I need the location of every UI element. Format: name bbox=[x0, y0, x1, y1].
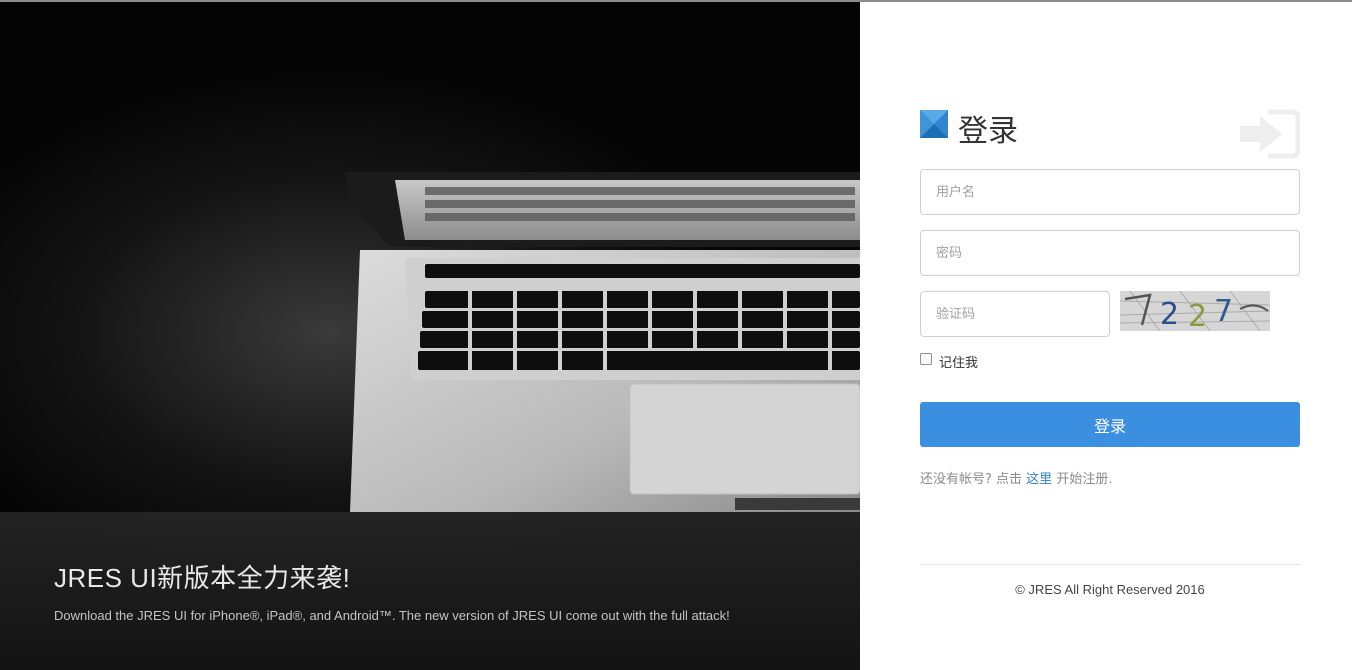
hero-caption: JRES UI新版本全力来袭! Download the JRES UI for… bbox=[0, 512, 860, 670]
hero-title: JRES UI新版本全力来袭! bbox=[54, 563, 351, 593]
captcha-image[interactable]: 2 2 7 bbox=[1120, 291, 1270, 331]
footer-divider bbox=[920, 564, 1300, 565]
captcha-digit: 2 bbox=[1160, 297, 1179, 331]
captcha-graphic: 2 2 7 bbox=[1120, 291, 1270, 331]
hero-panel: JRES UI新版本全力来袭! Download the JRES UI for… bbox=[0, 2, 860, 670]
remember-me[interactable]: 记住我 bbox=[920, 351, 978, 371]
register-link[interactable]: 这里 bbox=[1026, 472, 1052, 487]
login-panel: 登录 2 2 bbox=[860, 2, 1352, 670]
register-hint: 还没有帐号? 点击 这里 开始注册. bbox=[920, 468, 1112, 487]
login-button[interactable]: 登录 bbox=[920, 402, 1300, 447]
remember-checkbox[interactable] bbox=[920, 353, 932, 365]
register-suffix: 开始注册. bbox=[1052, 472, 1113, 487]
login-header: 登录 bbox=[920, 106, 1300, 162]
login-title: 登录 bbox=[958, 114, 1018, 149]
password-input[interactable] bbox=[920, 230, 1300, 276]
copyright: © JRES All Right Reserved 2016 bbox=[1015, 582, 1205, 597]
captcha-digit: 7 bbox=[1214, 294, 1233, 329]
register-prefix: 还没有帐号? 点击 bbox=[920, 472, 1027, 487]
username-input[interactable] bbox=[920, 169, 1300, 215]
hero-description: Download the JRES UI for iPhone®, iPad®,… bbox=[54, 608, 730, 623]
sign-in-icon bbox=[1240, 109, 1300, 159]
windows-square-icon bbox=[920, 110, 948, 138]
login-page: JRES UI新版本全力来袭! Download the JRES UI for… bbox=[0, 0, 1352, 670]
captcha-digit: 2 bbox=[1188, 299, 1207, 331]
remember-label: 记住我 bbox=[939, 356, 979, 371]
captcha-input[interactable] bbox=[920, 291, 1110, 337]
